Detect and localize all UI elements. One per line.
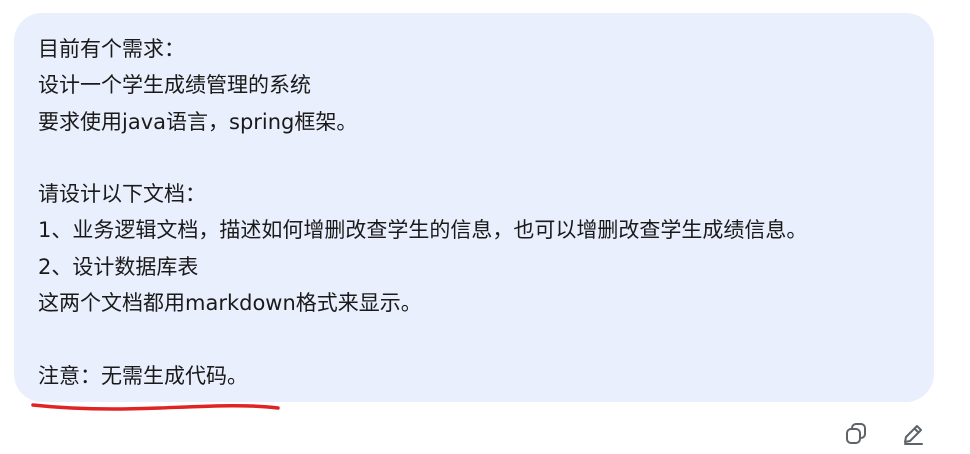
message-line-blank <box>38 321 910 357</box>
copy-icon <box>846 423 866 444</box>
message-line-blank <box>38 140 910 176</box>
message-line: 请设计以下文档： <box>38 182 206 207</box>
message-line: 要求使用java语言，spring框架。 <box>38 109 358 134</box>
user-message-bubble: 目前有个需求： 设计一个学生成绩管理的系统 要求使用java语言，spring框… <box>14 13 934 402</box>
message-line: 2、设计数据库表 <box>38 254 199 279</box>
message-line: 设计一个学生成绩管理的系统 <box>38 73 311 98</box>
pencil-icon <box>904 425 923 445</box>
red-annotation-underline <box>31 403 280 411</box>
message-line: 目前有个需求： <box>38 37 185 61</box>
copy-button[interactable] <box>842 420 870 448</box>
message-line-note: 注意：无需生成代码。 <box>38 363 248 388</box>
message-line: 1、业务逻辑文档，描述如何增删改查学生的信息，也可以增删改查学生成绩信息。 <box>38 218 808 243</box>
edit-button[interactable] <box>899 420 927 448</box>
message-line: 这两个文档都用markdown格式来显示。 <box>38 291 422 316</box>
